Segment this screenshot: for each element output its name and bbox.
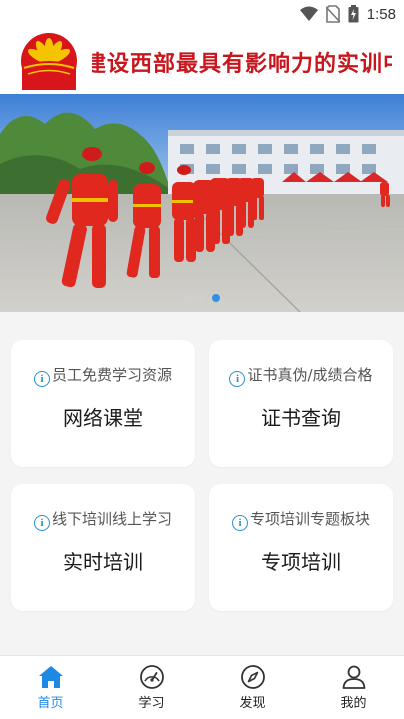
tab-study[interactable]: 学习 xyxy=(101,656,202,719)
tab-label: 发现 xyxy=(239,696,266,711)
card-subtitle: i 线下培训线上学习 xyxy=(11,508,195,531)
card-special-training[interactable]: i 专项培训专题板块 专项培训 xyxy=(209,484,393,611)
tab-home[interactable]: 首页 xyxy=(0,656,101,719)
card-subtitle: i 员工免费学习资源 xyxy=(11,364,195,387)
compass-icon xyxy=(240,665,265,689)
card-subtitle: i 证书真伪/成绩合格 xyxy=(209,364,393,387)
carousel-dots xyxy=(0,294,404,302)
home-icon xyxy=(38,666,63,688)
bottom-tab-bar: 首页 学习 发现 我的 xyxy=(0,655,404,719)
tab-mine[interactable]: 我的 xyxy=(303,656,404,719)
status-icons: 1:58 xyxy=(299,4,396,24)
cnpc-petal-logo xyxy=(21,33,77,90)
tab-label: 我的 xyxy=(340,696,367,711)
card-online-classroom[interactable]: i 员工免费学习资源 网络课堂 xyxy=(11,340,195,467)
card-title: 证书查询 xyxy=(261,406,341,430)
battery-icon xyxy=(348,5,359,23)
slogan-text: 建设西部最具有影响力的实训中 xyxy=(92,52,392,77)
info-icon: i xyxy=(231,515,248,531)
banner-photo xyxy=(0,94,404,312)
wifi-icon xyxy=(299,6,318,21)
user-icon xyxy=(342,665,365,689)
card-title: 专项培训 xyxy=(261,550,341,574)
scrolling-slogan: 建设西部最具有影响力的实训中 xyxy=(92,28,392,94)
carousel-dot[interactable] xyxy=(184,294,192,302)
card-certificate-query[interactable]: i 证书真伪/成绩合格 证书查询 xyxy=(209,340,393,467)
card-subtitle: i 专项培训专题板块 xyxy=(209,508,393,531)
card-live-training[interactable]: i 线下培训线上学习 实时培训 xyxy=(11,484,195,611)
carousel-dot-active[interactable] xyxy=(212,294,220,302)
tab-label: 首页 xyxy=(37,696,64,711)
card-title: 实时培训 xyxy=(63,550,143,574)
info-icon: i xyxy=(33,515,50,531)
app-header: 建设西部最具有影响力的实训中 xyxy=(0,28,404,94)
status-time: 1:58 xyxy=(366,5,396,23)
gauge-icon xyxy=(139,665,164,689)
tab-discover[interactable]: 发现 xyxy=(202,656,303,719)
banner-carousel[interactable] xyxy=(0,94,404,312)
tab-label: 学习 xyxy=(138,696,165,711)
info-icon: i xyxy=(33,371,50,387)
status-bar: 1:58 xyxy=(0,0,404,28)
no-sim-icon xyxy=(325,5,340,23)
info-icon: i xyxy=(229,371,246,387)
card-title: 网络课堂 xyxy=(63,406,143,430)
carousel-dot[interactable] xyxy=(198,294,206,302)
